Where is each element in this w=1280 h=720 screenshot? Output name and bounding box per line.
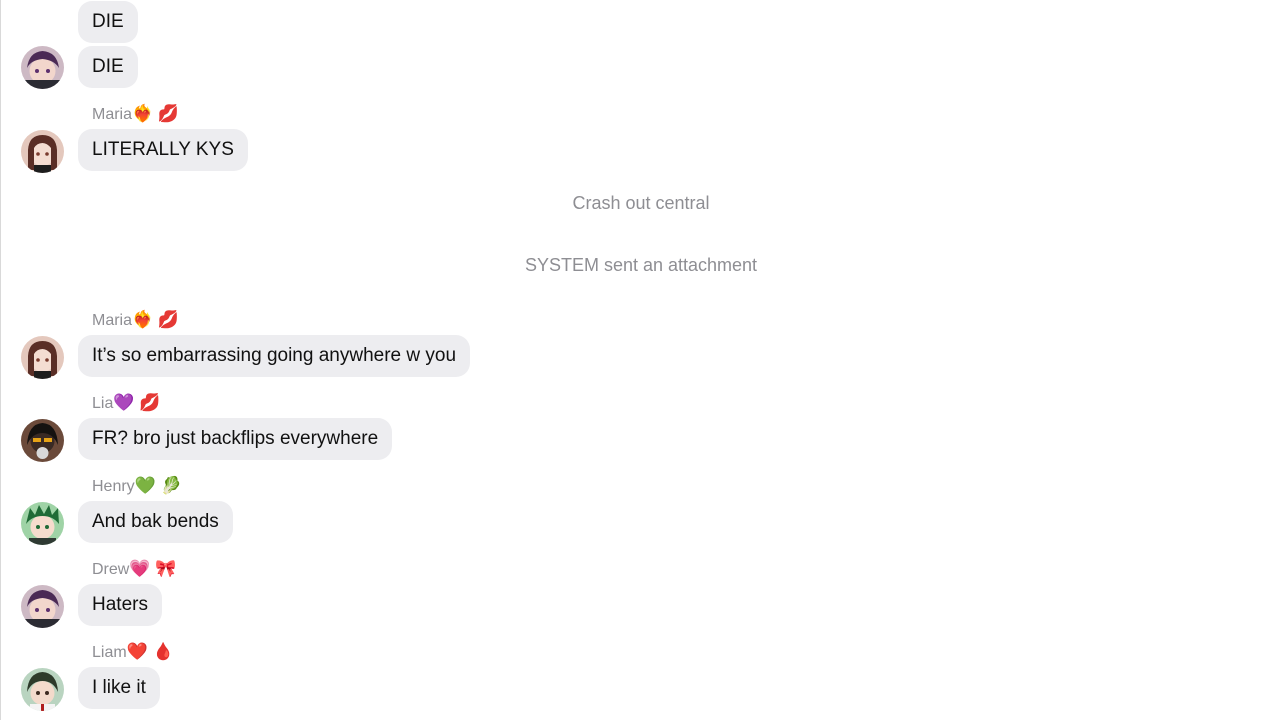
sender-name-text: Maria xyxy=(92,106,133,123)
sender-name: Liam❤️ 🩸 xyxy=(92,641,174,663)
sender-name: Maria❤️‍🔥 💋 xyxy=(92,309,179,331)
green-hair-avatar[interactable] xyxy=(21,502,64,545)
sender-name-text: Henry xyxy=(92,478,135,495)
message-bubble[interactable]: I like it xyxy=(78,667,160,709)
sender-emoji: ❤️ 🩸 xyxy=(126,642,174,661)
sender-emoji: 💜 💋 xyxy=(113,393,161,412)
chat-name-notice: Crash out central xyxy=(572,193,710,213)
message-bubble[interactable]: And bak bends xyxy=(78,501,233,543)
dark-green-hair-avatar[interactable] xyxy=(21,668,64,711)
brown-hair-avatar[interactable] xyxy=(21,336,64,379)
sender-name: Drew💗 🎀 xyxy=(92,558,176,580)
sender-name-text: Liam xyxy=(92,644,127,661)
message-bubble[interactable]: DIE xyxy=(78,1,138,43)
sender-name-text: Lia xyxy=(92,395,114,412)
message-bubble[interactable]: FR? bro just backflips everywhere xyxy=(78,418,393,460)
sender-emoji: ❤️‍🔥 💋 xyxy=(132,104,180,123)
brown-hair-avatar[interactable] xyxy=(21,130,64,173)
sender-name: Maria❤️‍🔥 💋 xyxy=(92,103,179,125)
message-bubble[interactable]: Haters xyxy=(78,584,162,626)
sender-name: Lia💜 💋 xyxy=(92,392,160,414)
sender-name-text: Maria xyxy=(92,312,133,329)
message-bubble[interactable]: It’s so embarrassing going anywhere w yo… xyxy=(78,335,471,377)
dark-hair-avatar[interactable] xyxy=(21,419,64,462)
message-bubble[interactable]: LITERALLY KYS xyxy=(78,129,248,171)
purple-hair-avatar[interactable] xyxy=(21,46,64,89)
sender-name: Henry💚 🥬 xyxy=(92,475,182,497)
sender-name-text: Drew xyxy=(92,561,130,578)
sender-emoji: ❤️‍🔥 💋 xyxy=(132,310,180,329)
attachment-notice[interactable]: SYSTEM sent an attachment xyxy=(1,253,1280,277)
purple-hair-avatar[interactable] xyxy=(21,585,64,628)
message-bubble[interactable]: DIE xyxy=(78,46,138,88)
sender-emoji: 💚 🥬 xyxy=(134,476,182,495)
sender-emoji: 💗 🎀 xyxy=(129,559,177,578)
chat-screen: DIE DIE Maria❤️‍🔥 💋 LITERALLY KYS Crash … xyxy=(0,0,1280,720)
